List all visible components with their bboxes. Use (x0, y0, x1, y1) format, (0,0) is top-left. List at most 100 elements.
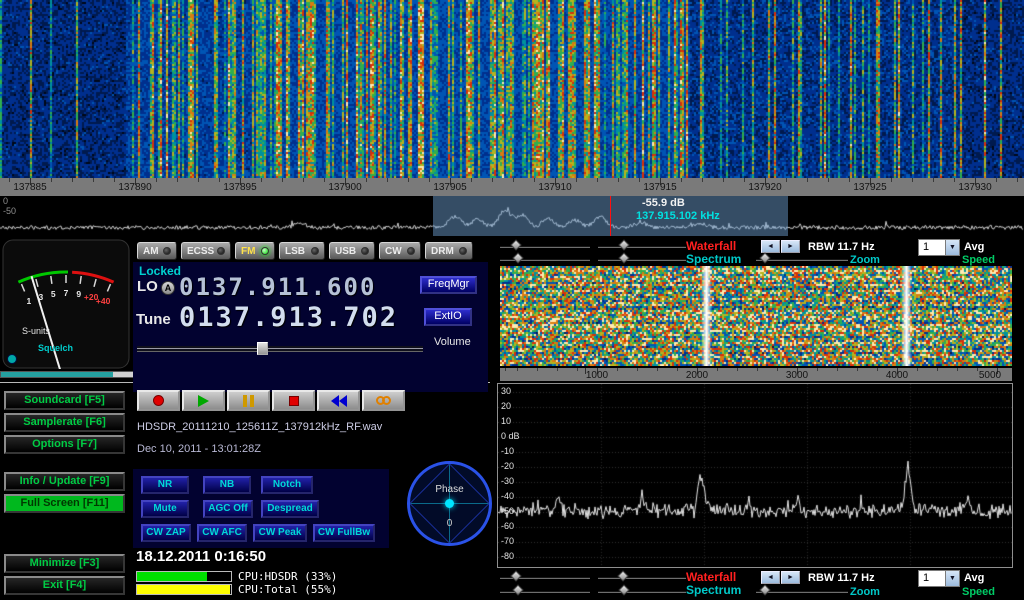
mode-button-ecss[interactable]: ECSS (181, 242, 231, 260)
stop-button[interactable] (272, 390, 315, 411)
chevron-down-icon[interactable]: ▼ (945, 240, 959, 255)
speed-select-2[interactable]: 1 ▼ (918, 570, 960, 587)
spectrum-tab-2[interactable]: Spectrum (686, 583, 741, 597)
freqmgr-button[interactable]: FreqMgr (420, 276, 477, 294)
record-button[interactable] (137, 390, 180, 411)
spectrum-ref-slider[interactable] (500, 254, 590, 264)
vfo-a-badge[interactable]: A (161, 281, 175, 295)
squelch-knob[interactable] (8, 355, 17, 364)
waterfall-contrast-slider[interactable] (598, 241, 686, 251)
waterfall-contrast-slider-2[interactable] (598, 572, 686, 582)
zoom-slider-2[interactable] (756, 586, 848, 596)
zoom-out-button-2[interactable]: ◄ (761, 571, 780, 584)
chevron-down-icon[interactable]: ▼ (945, 571, 959, 586)
db-scale-label: -40 (501, 491, 514, 501)
slider-thumb[interactable] (619, 239, 630, 250)
db-scale-label: 30 (501, 386, 511, 396)
soundcard-button[interactable]: Soundcard [F5] (4, 391, 125, 410)
axis-label: 0 (3, 196, 8, 206)
slider-thumb[interactable] (511, 239, 522, 250)
zoom-in-button-2[interactable]: ► (781, 571, 800, 584)
rewind-button[interactable] (317, 390, 360, 411)
spectrum-range-slider-2[interactable] (598, 586, 686, 596)
rbw-label-2: RBW 11.7 Hz (808, 572, 875, 584)
audio-spectrum-trace (498, 384, 1012, 567)
audio-spectrum[interactable]: 30 20 10 0 dB -10 -20 -30 -40 -50 -60 -7… (497, 383, 1013, 568)
tune-frequency-display[interactable]: 0137.913.702 (179, 302, 398, 333)
waterfall-brightness-slider-2[interactable] (500, 572, 590, 582)
despread-button[interactable]: Despread (261, 500, 319, 518)
ruler-label: 2000 (686, 370, 708, 381)
slider-thumb[interactable] (511, 570, 522, 581)
spectrum-tab[interactable]: Spectrum (686, 252, 741, 266)
fullscreen-button[interactable]: Full Screen [F11] (4, 494, 125, 513)
slider-thumb[interactable] (619, 252, 630, 263)
db-scale-label: -10 (501, 446, 514, 456)
mode-label: FM (241, 246, 255, 257)
waterfall-tab-2[interactable]: Waterfall (686, 570, 736, 584)
mode-button-cw[interactable]: CW (379, 242, 421, 260)
slider-thumb[interactable] (760, 584, 771, 595)
ruler-label: 3000 (786, 370, 808, 381)
slider-thumb[interactable] (512, 584, 523, 595)
exit-button[interactable]: Exit [F4] (4, 576, 125, 595)
options-button[interactable]: Options [F7] (4, 435, 125, 454)
slider-thumb[interactable] (617, 570, 628, 581)
mode-button-usb[interactable]: USB (329, 242, 375, 260)
speed-select[interactable]: 1 ▼ (918, 239, 960, 256)
ruler-label: 137915 (643, 182, 676, 193)
nb-button[interactable]: NB (203, 476, 251, 494)
volume-label: Volume (434, 336, 471, 348)
cpu-total-fill (137, 585, 230, 594)
cw-zap-button[interactable]: CW ZAP (141, 524, 191, 542)
phase-scope[interactable]: Phase 0 (407, 461, 492, 546)
slider-thumb[interactable] (619, 584, 630, 595)
volume-slider-track[interactable] (137, 346, 423, 352)
phase-zero-label: 0 (407, 518, 492, 529)
main-waterfall[interactable] (0, 0, 1024, 178)
cw-afc-button[interactable]: CW AFC (197, 524, 247, 542)
zoom-in-button[interactable]: ► (781, 240, 800, 253)
frequency-ruler[interactable]: 137885 137890 137895 137900 137905 13791… (0, 178, 1024, 196)
mode-led-icon (361, 247, 369, 255)
zoom-out-button[interactable]: ◄ (761, 240, 780, 253)
zoom-slider[interactable] (756, 254, 848, 264)
cw-fullbw-button[interactable]: CW FullBw (313, 524, 375, 542)
main-spectrum[interactable]: -55.9 dB 137.915.102 kHz 0 -50 (0, 196, 1024, 236)
slider-track (598, 590, 686, 593)
mode-button-fm[interactable]: FM (235, 242, 275, 260)
cpu-total-text: CPU:Total (55%) (238, 583, 337, 596)
lo-frequency-display[interactable]: 0137.911.600 (179, 273, 376, 301)
play-button[interactable] (182, 390, 225, 411)
spectrum-range-slider[interactable] (598, 254, 686, 264)
db-scale-label: -80 (501, 551, 514, 561)
samplerate-button[interactable]: Samplerate [F6] (4, 413, 125, 432)
mode-button-am[interactable]: AM (137, 242, 177, 260)
mode-button-drm[interactable]: DRM (425, 242, 473, 260)
info-update-button[interactable]: Info / Update [F9] (4, 472, 125, 491)
datetime-display: 18.12.2011 0:16:50 (136, 548, 266, 565)
audio-waterfall[interactable] (500, 266, 1012, 366)
slider-thumb[interactable] (760, 252, 771, 263)
volume-slider-thumb[interactable] (257, 342, 268, 355)
pause-button[interactable] (227, 390, 270, 411)
agc-button[interactable]: AGC Off (203, 500, 253, 518)
play-icon (198, 395, 209, 407)
frequency-readout: 137.915.102 kHz (636, 210, 720, 222)
slider-thumb[interactable] (512, 252, 523, 263)
notch-button[interactable]: Notch (261, 476, 313, 494)
extio-button[interactable]: ExtIO (424, 308, 472, 326)
cw-peak-button[interactable]: CW Peak (253, 524, 307, 542)
mode-button-lsb[interactable]: LSB (279, 242, 325, 260)
mute-button[interactable]: Mute (141, 500, 189, 518)
waterfall-tab[interactable]: Waterfall (686, 239, 736, 253)
minimize-button[interactable]: Minimize [F3] (4, 554, 125, 573)
axis-label: -50 (3, 206, 16, 216)
db-scale-label: 0 dB (501, 431, 520, 441)
spectrum-ref-slider-2[interactable] (500, 586, 590, 596)
speed-label: Speed (962, 254, 995, 266)
audio-frequency-ruler[interactable]: 1000 2000 3000 4000 5000 (500, 368, 1012, 381)
nr-button[interactable]: NR (141, 476, 189, 494)
loop-button[interactable] (362, 390, 405, 411)
waterfall-brightness-slider[interactable] (500, 241, 590, 251)
